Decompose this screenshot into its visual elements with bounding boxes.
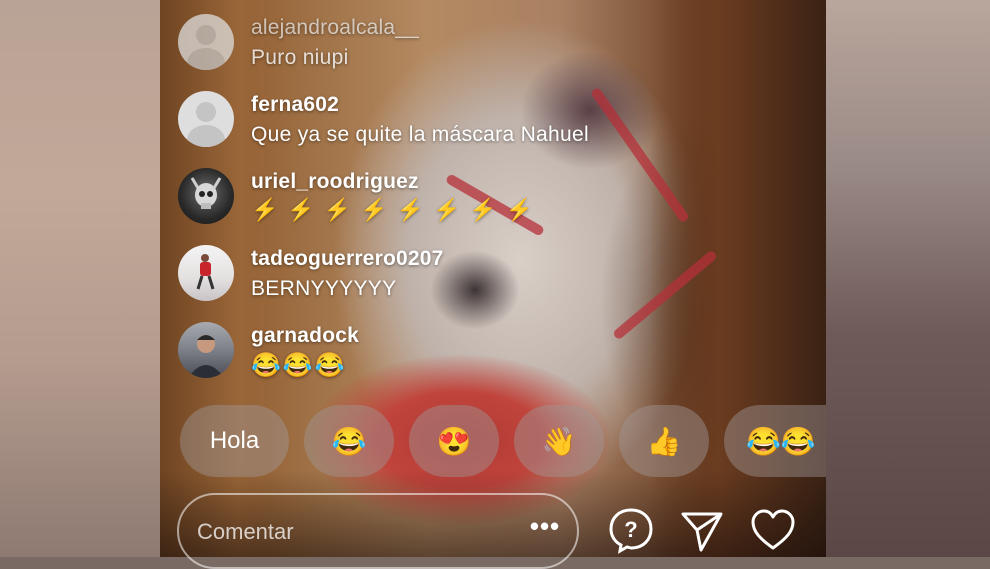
quick-reply-laughing[interactable]: 😂 <box>304 405 394 477</box>
skull-avatar-icon[interactable] <box>178 168 234 224</box>
comment-username[interactable]: ferna602 <box>251 93 339 117</box>
quick-reply-double-laughing[interactable]: 😂😂 <box>724 405 826 477</box>
question-button[interactable]: ? <box>607 506 655 554</box>
more-options-button[interactable]: ••• <box>527 513 563 545</box>
comment-text: Que ya se quite la máscara Nahuel <box>251 123 589 146</box>
question-icon: ? <box>609 508 653 554</box>
comment-username[interactable]: uriel_roodriguez <box>251 170 419 194</box>
person-avatar-icon[interactable] <box>178 322 234 378</box>
default-avatar-icon[interactable] <box>178 14 234 70</box>
quick-reply-label: Hola <box>209 427 260 454</box>
comment-text: Puro niupi <box>251 46 349 69</box>
comment-text: ⚡⚡⚡⚡⚡⚡⚡⚡ <box>251 197 543 222</box>
comment-username[interactable]: garnadock <box>251 324 359 348</box>
svg-text:?: ? <box>624 517 637 542</box>
quick-reply-wave[interactable]: 👋 <box>514 405 604 477</box>
like-button[interactable] <box>749 506 797 554</box>
quick-reply-hola[interactable]: Hola <box>180 405 289 477</box>
laughing-emoji-icon: 😂 <box>331 425 367 457</box>
comment-username[interactable]: alejandroalcala__ <box>251 16 419 40</box>
comment-text: 😂😂😂 <box>251 352 347 379</box>
blurred-background-right <box>826 0 990 557</box>
comment-username[interactable]: tadeoguerrero0207 <box>251 247 443 271</box>
default-avatar-icon[interactable] <box>178 91 234 147</box>
comment-text: BERNYYYYYY <box>251 277 397 300</box>
send-icon <box>681 512 723 552</box>
heart-icon <box>751 509 795 550</box>
comment-input[interactable] <box>195 513 499 551</box>
blurred-background-left <box>0 0 160 557</box>
quick-reply-heart-eyes[interactable]: 😍 <box>409 405 499 477</box>
share-button[interactable] <box>678 506 726 554</box>
heart-eyes-emoji-icon: 😍 <box>436 425 472 457</box>
thumbs-up-emoji-icon: 👍 <box>646 425 682 457</box>
player-avatar-icon[interactable] <box>178 245 234 301</box>
wave-emoji-icon: 👋 <box>541 425 577 457</box>
quick-reply-thumbs-up[interactable]: 👍 <box>619 405 709 477</box>
laughing-emoji-icon: 😂😂 <box>746 425 816 457</box>
comment-field[interactable]: ••• <box>177 493 579 569</box>
